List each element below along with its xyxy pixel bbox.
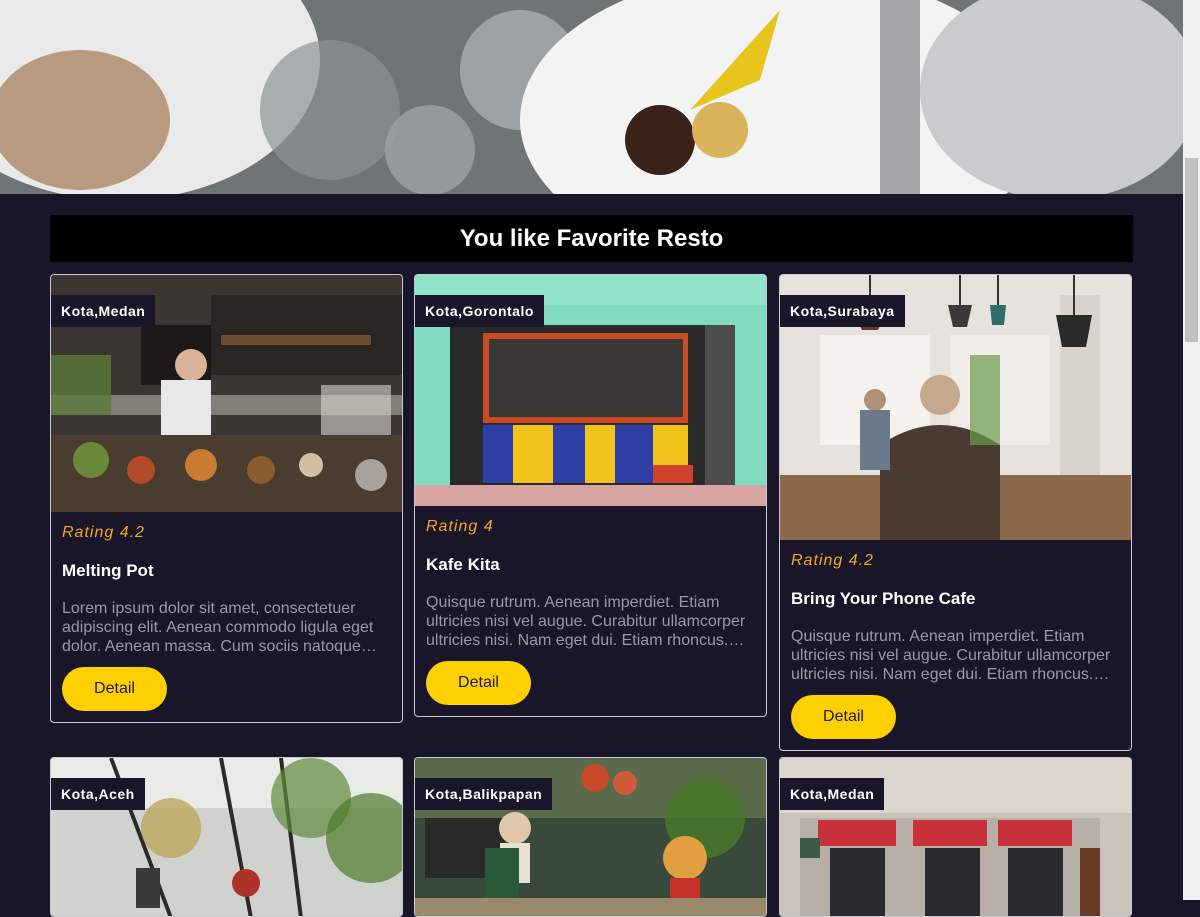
restaurant-photo: Kota,Aceh: [51, 758, 402, 916]
section-title: You like Favorite Resto: [50, 215, 1133, 262]
hero-image: [0, 0, 1183, 194]
city-badge: Kota,Medan: [780, 778, 885, 810]
rating-label: Rating 4.2: [62, 524, 145, 541]
detail-button[interactable]: Detail: [62, 667, 167, 711]
restaurant-description: Quisque rutrum. Aenean imperdiet. Etiam …: [791, 628, 1111, 683]
city-badge: Kota,Gorontalo: [415, 295, 544, 327]
restaurant-name: Bring Your Phone Cafe: [791, 589, 976, 608]
rating-label: Rating 4: [426, 518, 494, 535]
restaurant-photo: Kota,Medan: [51, 275, 402, 512]
city-badge: Kota,Balikpapan: [415, 778, 553, 810]
rating-label: Rating 4.2: [791, 552, 874, 569]
restaurant-photo: Kota,Balikpapan: [415, 758, 766, 916]
detail-button[interactable]: Detail: [791, 695, 896, 739]
restaurant-card: Kota,Medan: [779, 757, 1132, 917]
restaurant-card: Kota,Medan Rating 4.2 Melting Pot Lorem …: [50, 274, 403, 723]
vertical-scrollbar[interactable]: [1183, 0, 1200, 900]
restaurant-card: Kota,Balikpapan: [414, 757, 767, 917]
city-badge: Kota,Surabaya: [780, 295, 905, 327]
restaurant-name: Melting Pot: [62, 561, 154, 580]
city-badge: Kota,Medan: [51, 295, 156, 327]
restaurant-photo: Kota,Medan: [780, 758, 1131, 916]
city-badge: Kota,Aceh: [51, 778, 145, 810]
restaurant-card: Kota,Gorontalo Rating 4 Kafe Kita Quisqu…: [414, 274, 767, 717]
restaurant-card: Kota,Surabaya Rating 4.2 Bring Your Phon…: [779, 274, 1132, 751]
detail-button[interactable]: Detail: [426, 661, 531, 705]
scrollbar-thumb[interactable]: [1185, 158, 1198, 342]
restaurant-description: Quisque rutrum. Aenean imperdiet. Etiam …: [426, 594, 746, 649]
restaurant-name: Kafe Kita: [426, 555, 500, 574]
restaurant-photo: Kota,Gorontalo: [415, 275, 766, 506]
restaurant-description: Lorem ipsum dolor sit amet, consectetuer…: [62, 600, 374, 655]
restaurant-photo: Kota,Surabaya: [780, 275, 1131, 540]
restaurant-card: Kota,Aceh: [50, 757, 403, 917]
